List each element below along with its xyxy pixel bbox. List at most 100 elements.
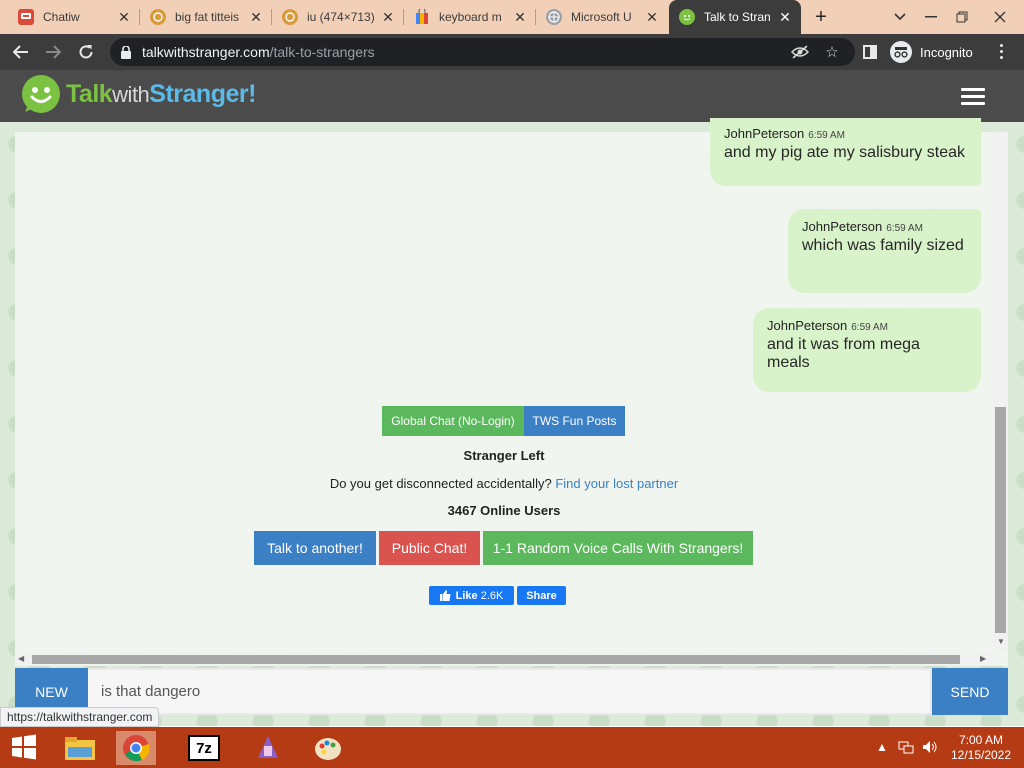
thumbs-up-icon bbox=[439, 590, 451, 601]
stranger-left-text: Stranger Left bbox=[463, 448, 545, 463]
tab-title: keyboard m bbox=[439, 10, 502, 24]
message-time: 6:59 AM bbox=[808, 130, 845, 141]
message-bubble: JohnPeterson 6:59 AM and my pig ate my sa… bbox=[710, 118, 981, 186]
url-path: /talk-to-strangers bbox=[269, 44, 375, 60]
message-author: JohnPeterson bbox=[802, 219, 883, 234]
site-logo-text: TalkwithStranger! bbox=[66, 80, 256, 109]
forward-arrow-icon[interactable] bbox=[38, 34, 68, 70]
talk-to-another-button[interactable]: Talk to another! bbox=[254, 531, 376, 565]
address-bar[interactable]: talkwithstranger.com/talk-to-strangers bbox=[110, 38, 855, 66]
tab-title: big fat titteis bbox=[175, 10, 240, 24]
close-tab-icon[interactable]: ✕ bbox=[512, 9, 528, 26]
logo-talk: Talk bbox=[66, 79, 113, 108]
message-header: JohnPeterson 6:59 AM bbox=[802, 219, 967, 234]
scroll-down-arrow-icon[interactable]: ▼ bbox=[996, 637, 1006, 647]
message-input[interactable] bbox=[88, 670, 930, 713]
tab-search-icon[interactable] bbox=[884, 0, 916, 34]
minimize-icon[interactable] bbox=[915, 0, 947, 34]
tab-big-fat[interactable]: big fat titteis ✕ bbox=[140, 0, 272, 34]
message-time: 6:59 AM bbox=[851, 322, 888, 333]
smiley-logo-icon bbox=[22, 75, 60, 113]
clock-time: 7:00 AM bbox=[958, 733, 1004, 747]
chrome-icon[interactable] bbox=[116, 731, 156, 765]
show-hidden-icons[interactable]: ▲ bbox=[876, 740, 888, 754]
volume-icon[interactable] bbox=[922, 740, 938, 757]
message-bubble: JohnPeterson 6:59 AM and it was from mega… bbox=[753, 308, 981, 392]
incognito-label: Incognito bbox=[920, 44, 973, 60]
tab-title: Chatiw bbox=[43, 10, 80, 24]
global-chat-button[interactable]: Global Chat (No-Login) bbox=[382, 406, 524, 436]
url-host: talkwithstranger.com bbox=[142, 44, 270, 60]
tab-strip: Chatiw ✕ big fat titteis ✕ iu (474×713) … bbox=[0, 0, 1024, 34]
send-button[interactable]: SEND bbox=[932, 668, 1008, 715]
message-header: JohnPeterson 6:59 AM bbox=[724, 126, 967, 141]
tab-title: Talk to Stran bbox=[704, 10, 771, 24]
logo-stranger: Stranger! bbox=[149, 79, 256, 108]
lock-icon[interactable] bbox=[120, 45, 132, 59]
clock-date: 12/15/2022 bbox=[950, 748, 1012, 762]
paint-icon[interactable] bbox=[308, 731, 348, 765]
bookmark-star-icon[interactable]: ☆ bbox=[822, 38, 842, 66]
windows-start-icon[interactable] bbox=[4, 730, 44, 764]
logo-with: with bbox=[112, 81, 150, 107]
public-chat-button[interactable]: Public Chat! bbox=[379, 531, 480, 565]
close-tab-icon[interactable]: ✕ bbox=[248, 9, 264, 26]
disconnect-line: Do you get disconnected accidentally? Fi… bbox=[15, 476, 993, 491]
voice-calls-button[interactable]: 1-1 Random Voice Calls With Strangers! bbox=[483, 531, 753, 565]
tab-microsoft[interactable]: Microsoft U ✕ bbox=[536, 0, 668, 34]
message-time: 6:59 AM bbox=[886, 223, 923, 234]
browser-menu-icon[interactable] bbox=[996, 42, 1008, 62]
close-tab-icon[interactable]: ✕ bbox=[777, 9, 793, 26]
scroll-left-arrow-icon[interactable]: ◀ bbox=[18, 654, 24, 663]
vertical-scroll-thumb[interactable] bbox=[995, 407, 1006, 633]
close-window-icon[interactable] bbox=[984, 0, 1016, 34]
close-tab-icon[interactable]: ✕ bbox=[116, 9, 132, 26]
tab-keyboard[interactable]: keyboard m ✕ bbox=[404, 0, 536, 34]
hamburger-menu-icon[interactable] bbox=[958, 86, 988, 106]
disconnect-question: Do you get disconnected accidentally? bbox=[329, 476, 552, 491]
incognito-indicator[interactable]: Incognito bbox=[890, 39, 973, 65]
status-bar-url: https://talkwithstranger.com bbox=[0, 707, 160, 727]
tab-talk-to-strangers[interactable]: Talk to Stran ✕ bbox=[669, 0, 801, 34]
globe-favicon-icon bbox=[150, 9, 166, 25]
chat-favicon-icon bbox=[18, 9, 34, 25]
close-tab-icon[interactable]: ✕ bbox=[380, 9, 396, 26]
find-partner-link[interactable]: Find your lost partner bbox=[555, 476, 678, 491]
online-users-count: 3467 Online Users bbox=[447, 503, 561, 518]
file-explorer-icon[interactable] bbox=[60, 731, 100, 765]
globe-favicon-icon bbox=[282, 9, 298, 25]
message-text: which was family sized bbox=[802, 237, 964, 254]
horizontal-scroll-thumb[interactable] bbox=[32, 655, 960, 664]
side-panel-icon[interactable] bbox=[863, 45, 877, 59]
browser-toolbar: talkwithstranger.com/talk-to-strangers ☆… bbox=[0, 34, 1024, 70]
message-text: and my pig ate my salisbury steak bbox=[724, 144, 965, 161]
app-installer-icon[interactable] bbox=[248, 731, 288, 765]
message-author: JohnPeterson bbox=[767, 318, 848, 333]
incognito-icon bbox=[890, 41, 912, 63]
fun-posts-button[interactable]: TWS Fun Posts bbox=[524, 406, 625, 436]
message-author: JohnPeterson bbox=[724, 126, 805, 141]
tab-title: iu (474×713) bbox=[307, 10, 375, 24]
message-header: JohnPeterson 6:59 AM bbox=[767, 318, 967, 333]
facebook-share-button[interactable]: Share bbox=[517, 586, 566, 605]
new-tab-button[interactable]: + bbox=[805, 0, 837, 34]
reload-icon[interactable] bbox=[71, 34, 101, 70]
message-text: and it was from mega meals bbox=[767, 336, 920, 371]
message-bubble: JohnPeterson 6:59 AM which was family siz… bbox=[788, 209, 981, 293]
smiley-favicon-icon bbox=[679, 9, 695, 25]
eye-slash-icon[interactable] bbox=[790, 38, 810, 66]
close-tab-icon[interactable]: ✕ bbox=[644, 9, 660, 26]
restore-icon[interactable] bbox=[946, 0, 978, 34]
taskbar-clock[interactable]: 7:00 AM 12/15/2022 bbox=[944, 733, 1018, 763]
back-arrow-icon[interactable] bbox=[6, 34, 36, 70]
facebook-like-button[interactable]: Like 2.6K bbox=[429, 586, 514, 605]
tab-iu-image[interactable]: iu (474×713) ✕ bbox=[272, 0, 404, 34]
7zip-icon[interactable]: 7z bbox=[184, 731, 224, 765]
shopping-bag-icon bbox=[414, 9, 430, 25]
site-logo[interactable]: TalkwithStranger! bbox=[22, 75, 256, 113]
scroll-right-arrow-icon[interactable]: ▶ bbox=[980, 654, 986, 663]
like-label: Like bbox=[455, 589, 478, 602]
tab-chatiw[interactable]: Chatiw ✕ bbox=[8, 0, 140, 34]
network-icon[interactable] bbox=[898, 740, 914, 757]
like-count: 2.6K bbox=[480, 589, 504, 602]
